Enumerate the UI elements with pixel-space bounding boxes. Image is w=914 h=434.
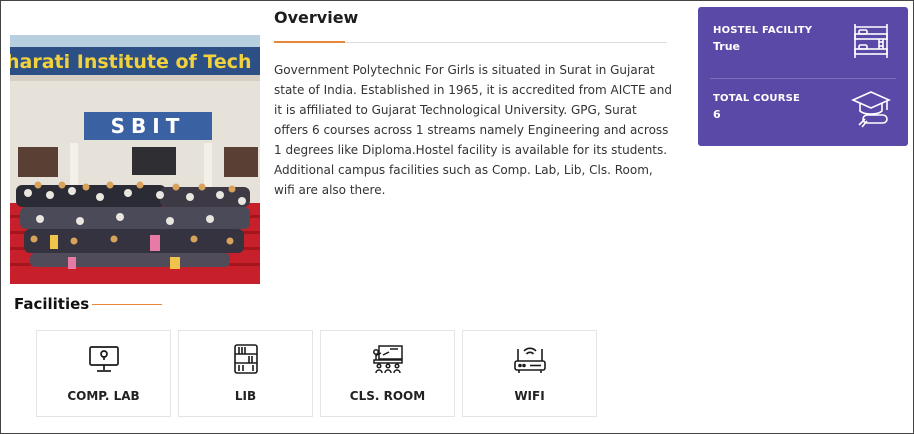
building-sign-text: harati Institute of Tech [10, 51, 252, 73]
facility-label: CLS. ROOM [349, 389, 426, 403]
facility-label: WIFI [514, 389, 545, 403]
bunk-bed-icon [854, 24, 888, 58]
computer-monitor-icon [88, 346, 119, 372]
facilities-title: Facilities [14, 295, 90, 313]
facility-cls-room[interactable]: CLS. ROOM [320, 330, 455, 417]
overview-title: Overview [274, 8, 359, 27]
building-badge-text: SBIT [111, 114, 186, 138]
overview-description: Government Polytechnic For Girls is situ… [274, 63, 672, 197]
page-frame: harati Institute of Tech SBIT Overview G… [0, 0, 914, 434]
campus-photo: harati Institute of Tech SBIT [10, 35, 260, 284]
wifi-router-icon [513, 347, 546, 373]
facility-lib[interactable]: LIB [178, 330, 313, 417]
facility-label: LIB [234, 389, 257, 403]
facility-label: COMP. LAB [67, 389, 140, 403]
graduation-cap-icon [851, 91, 891, 128]
bookshelf-icon [233, 344, 258, 374]
facility-comp-lab[interactable]: COMP. LAB [36, 330, 171, 417]
total-course-row: TOTAL COURSE 6 [713, 87, 893, 143]
college-info-card: HOSTEL FACILITY True TOTAL COURSE 6 [698, 7, 908, 146]
info-card-divider [710, 78, 896, 79]
facilities-accent-line [92, 304, 162, 305]
facility-wifi[interactable]: WIFI [462, 330, 597, 417]
hostel-facility-row: HOSTEL FACILITY True [713, 19, 893, 75]
classroom-icon [372, 345, 403, 374]
overview-accent-line [274, 41, 345, 43]
